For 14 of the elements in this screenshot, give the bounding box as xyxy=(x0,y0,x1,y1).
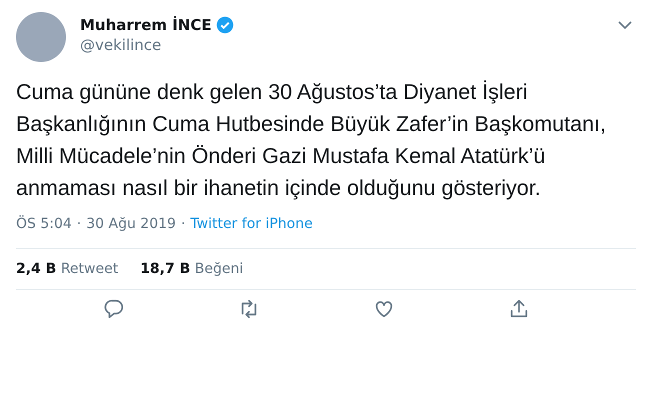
tweet-time[interactable]: ÖS 5:04 xyxy=(16,216,72,232)
stat-count[interactable]: 2,4 B Retweet xyxy=(16,261,118,277)
author-name[interactable]: Muharrem İNCE xyxy=(80,16,212,34)
separator: · xyxy=(76,216,82,232)
avatar[interactable] xyxy=(16,12,66,62)
separator: · xyxy=(180,216,186,232)
stat-count[interactable]: 18,7 B Beğeni xyxy=(140,261,244,277)
tweet-date[interactable]: 30 Ağu 2019 xyxy=(86,216,176,232)
tweet-text: Cuma gününe denk gelen 30 Ağustos’ta Diyanet İşleri Başkanlığının Cuma Hutbesinde Büyük Zafer’in Başkomutanı, Milli Mücadele’nin Önderi Gazi Mustafa Kemal Atatürk’ü anmaması nasıl bir ihanetin içinde olduğunu gösteriyor. xyxy=(16,79,607,202)
source-link[interactable]: Twitter for iPhone xyxy=(190,216,313,232)
author-handle[interactable]: @vekilince xyxy=(80,36,604,54)
chevron-down-icon[interactable] xyxy=(618,20,632,30)
reply-icon xyxy=(102,298,124,320)
reply-button[interactable] xyxy=(102,298,124,320)
